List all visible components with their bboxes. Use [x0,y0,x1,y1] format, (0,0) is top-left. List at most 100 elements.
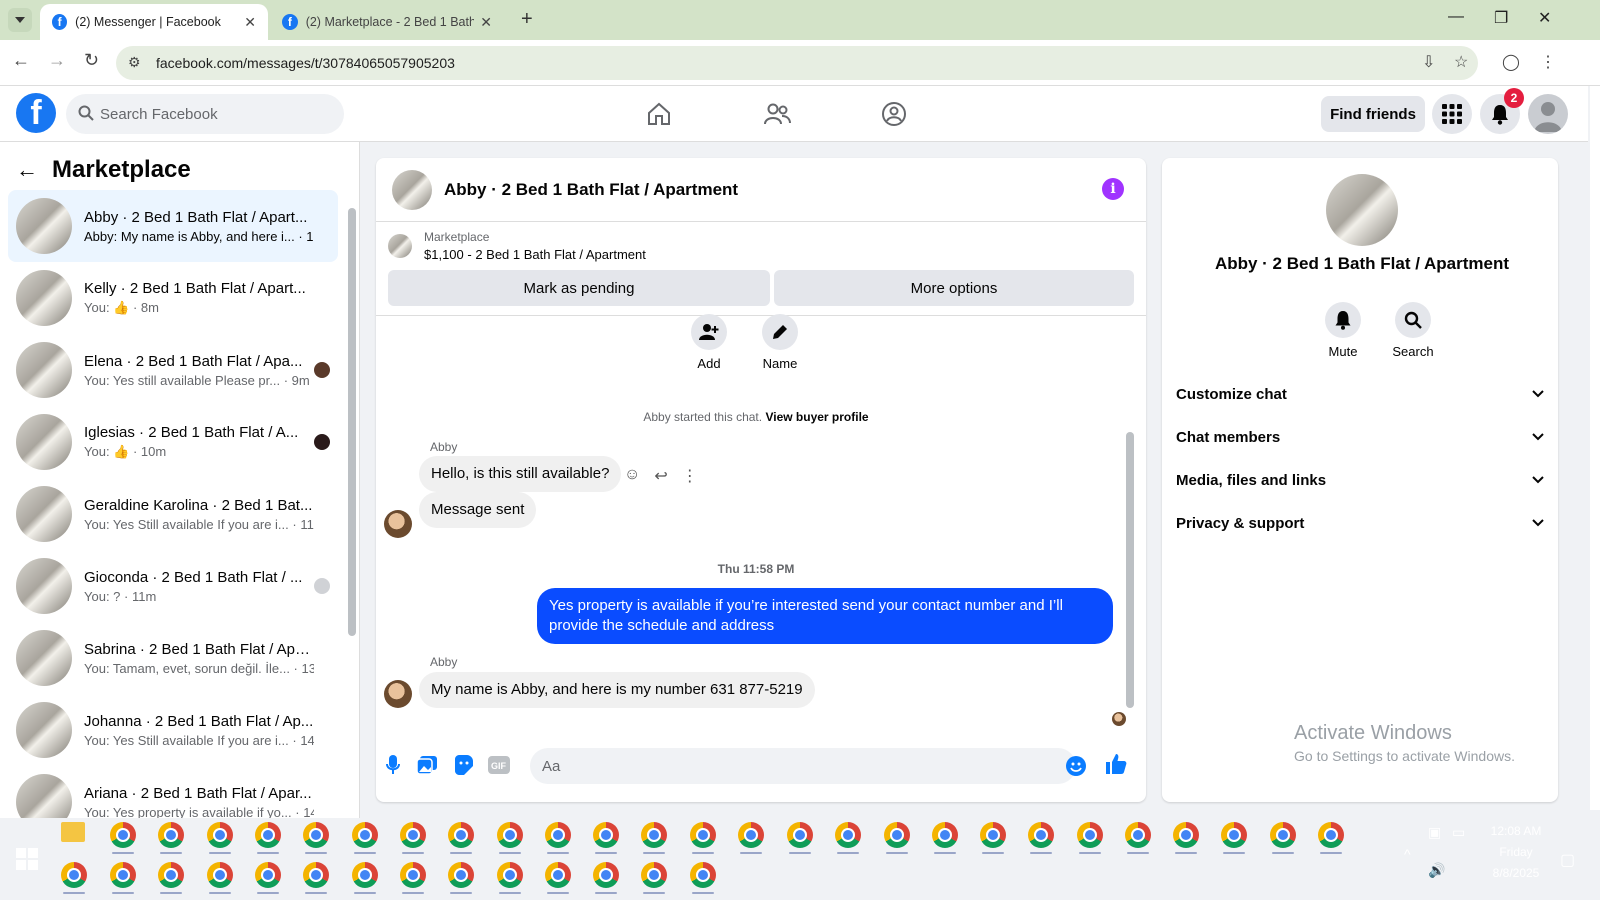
incoming-message[interactable]: Message sent [419,492,537,528]
more-icon[interactable]: ⋮ [682,466,698,486]
start-button[interactable] [16,848,38,870]
page-scrollbar[interactable] [1590,86,1600,810]
chrome-window-icon[interactable] [255,822,281,848]
chrome-window-icon[interactable] [448,822,474,848]
chrome-window-icon[interactable] [497,822,523,848]
close-tab-icon[interactable]: ✕ [244,14,256,31]
chrome-window-icon[interactable] [884,822,910,848]
chrome-window-icon[interactable] [110,822,136,848]
bookmark-star-icon[interactable]: ☆ [1454,52,1468,72]
chrome-window-icon[interactable] [1221,822,1247,848]
microphone-icon[interactable] [382,754,404,776]
chrome-window-icon[interactable] [207,822,233,848]
gif-icon[interactable]: GIF [486,754,512,776]
chrome-window-icon[interactable] [641,862,667,888]
profile-icon[interactable]: ◯ [1502,52,1520,72]
close-tab-icon[interactable]: ✕ [480,14,492,31]
volume-icon[interactable]: 🔊 [1428,862,1445,879]
message-input[interactable]: Aa [530,748,1076,784]
conversation-item[interactable]: Sabrina · 2 Bed 1 Bath Flat / Apa... You:… [8,622,338,694]
chrome-window-icon[interactable] [448,862,474,888]
chrome-window-icon[interactable] [303,862,329,888]
listing-banner[interactable]: Marketplace $1,100 - 2 Bed 1 Bath Flat /… [388,230,646,262]
incoming-message[interactable]: My name is Abby, and here is my number 6… [419,672,815,708]
thumbs-up-icon[interactable] [1104,752,1128,776]
chrome-window-icon[interactable] [207,862,233,888]
chrome-window-icon[interactable] [400,862,426,888]
meet-now-icon[interactable]: ▣ [1428,824,1441,841]
chrome-window-icon[interactable] [255,862,281,888]
media-files-links-section[interactable]: Media, files and links [1176,458,1544,502]
chrome-window-icon[interactable] [352,862,378,888]
tab-messenger[interactable]: f (2) Messenger | Facebook ✕ [40,4,268,40]
groups-icon[interactable] [878,98,910,130]
chrome-window-icon[interactable] [158,822,184,848]
view-buyer-profile-link[interactable]: View buyer profile [765,410,868,424]
facebook-logo[interactable]: f [16,93,56,133]
conversation-item[interactable]: Johanna · 2 Bed 1 Bath Flat / Ap... You: … [8,694,338,766]
outgoing-message[interactable]: Yes property is available if you’re inte… [537,588,1113,644]
home-icon[interactable] [643,98,675,130]
chrome-window-icon[interactable] [593,822,619,848]
chrome-window-icon[interactable] [1270,822,1296,848]
chrome-window-icon[interactable] [158,862,184,888]
incoming-message[interactable]: Hello, is this still available? [419,456,622,492]
install-app-icon[interactable]: ⇩ [1422,52,1435,72]
conversation-item[interactable]: Kelly · 2 Bed 1 Bath Flat / Apart... You:… [8,262,338,334]
mark-as-pending-button[interactable]: Mark as pending [388,270,770,306]
chrome-window-icon[interactable] [738,822,764,848]
tab-marketplace[interactable]: f (2) Marketplace - 2 Bed 1 Bath F ✕ [270,4,504,40]
conversation-item[interactable]: Geraldine Karolina · 2 Bed 1 Bat... You: … [8,478,338,550]
account-avatar[interactable] [1528,94,1568,134]
info-icon[interactable]: i [1102,178,1124,200]
chrome-window-icon[interactable] [980,822,1006,848]
add-people-button[interactable]: Add [679,314,739,371]
chrome-window-icon[interactable] [690,822,716,848]
chrome-window-icon[interactable] [641,822,667,848]
minimize-button[interactable]: — [1448,8,1464,26]
sticker-icon[interactable] [452,754,474,776]
chat-members-section[interactable]: Chat members [1176,415,1544,459]
notification-center-icon[interactable]: ▢ [1560,850,1575,870]
listing-thumbnail[interactable] [392,169,432,210]
reply-icon[interactable]: ↩ [654,466,667,486]
chrome-window-icon[interactable] [545,822,571,848]
chrome-window-icon[interactable] [690,862,716,888]
chrome-window-icon[interactable] [1318,822,1344,848]
customize-chat-section[interactable]: Customize chat [1176,372,1544,416]
address-bar[interactable]: ⚙ facebook.com/messages/t/30784065057905… [116,46,1478,80]
chat-title[interactable]: Abby · 2 Bed 1 Bath Flat / Apartment [444,180,738,200]
chat-scrollbar[interactable] [1126,318,1134,722]
sidebar-scrollbar[interactable] [348,196,356,796]
chrome-window-icon[interactable] [1125,822,1151,848]
chrome-window-icon[interactable] [61,862,87,888]
name-chat-button[interactable]: Name [750,314,810,371]
conversation-item[interactable]: Elena · 2 Bed 1 Bath Flat / Apa... You: Y… [8,334,338,406]
conversation-item[interactable]: Ariana · 2 Bed 1 Bath Flat / Apar... You:… [8,766,338,818]
more-options-button[interactable]: More options [774,270,1134,306]
site-info-icon[interactable]: ⚙ [128,54,141,71]
tray-overflow-icon[interactable]: ^ [1404,846,1411,862]
menu-grid-button[interactable] [1432,94,1472,134]
new-tab-button[interactable]: + [521,8,533,31]
sender-avatar[interactable] [384,680,412,708]
chrome-window-icon[interactable] [303,822,329,848]
clock[interactable]: 12:08 AM Friday 8/8/2025 [1476,824,1556,880]
chrome-window-icon[interactable] [400,822,426,848]
back-button[interactable]: ← [12,50,30,71]
conversation-item[interactable]: Gioconda · 2 Bed 1 Bath Flat / ... You: ?… [8,550,338,622]
close-window-button[interactable]: ✕ [1538,8,1551,28]
react-emoji-icon[interactable]: ☺ [624,466,640,486]
sender-avatar[interactable] [384,510,412,538]
chrome-window-icon[interactable] [1028,822,1054,848]
chrome-window-icon[interactable] [1077,822,1103,848]
conversation-item[interactable]: Iglesias · 2 Bed 1 Bath Flat / A... You: … [8,406,338,478]
reload-button[interactable]: ↻ [84,50,99,71]
search-input[interactable]: Search Facebook [66,94,344,134]
chrome-window-icon[interactable] [497,862,523,888]
chrome-window-icon[interactable] [835,822,861,848]
browser-menu-icon[interactable]: ⋮ [1540,52,1556,72]
privacy-support-section[interactable]: Privacy & support [1176,501,1544,545]
restore-button[interactable]: ❐ [1494,8,1508,28]
mute-button[interactable]: Mute [1308,302,1378,359]
